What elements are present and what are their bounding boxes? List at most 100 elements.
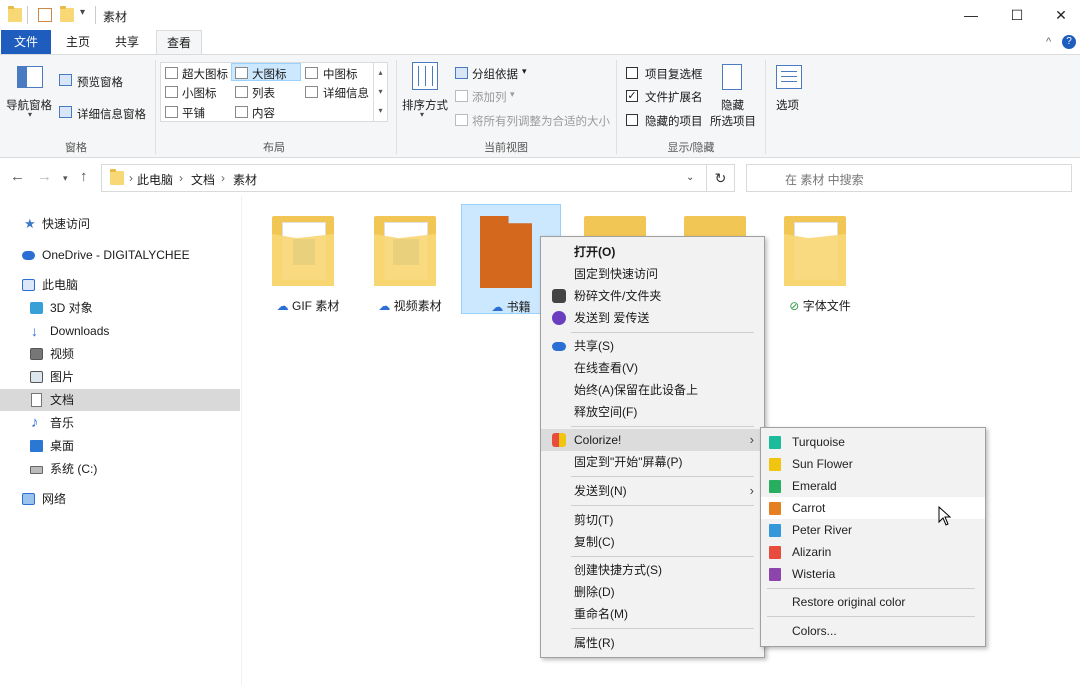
hide-selected-button[interactable]: 隐藏 — [721, 97, 744, 113]
layout-content[interactable]: 内容 — [252, 105, 275, 121]
menu-copy[interactable]: 复制(C) — [541, 531, 764, 553]
folder-item[interactable]: ☁ GIF 素材 — [258, 204, 358, 314]
details-pane-icon[interactable] — [59, 106, 72, 118]
folder-item[interactable]: ⊘ 字体文件 — [770, 204, 870, 314]
breadcrumb-documents[interactable]: 文档 — [191, 171, 215, 188]
help-icon[interactable]: ? — [1062, 35, 1076, 49]
color-wisteria[interactable]: Wisteria — [761, 563, 985, 585]
nav-3d-objects[interactable]: 3D 对象 — [0, 297, 240, 319]
breadcrumb-this-pc[interactable]: 此电脑 — [137, 171, 173, 188]
nav-system-drive[interactable]: 系统 (C:) — [0, 458, 240, 480]
nav-onedrive[interactable]: OneDrive - DIGITALYCHEE — [0, 244, 240, 266]
menu-properties[interactable]: 属性(R) — [541, 632, 764, 654]
menu-free-space[interactable]: 释放空间(F) — [541, 401, 764, 423]
new-folder-icon[interactable] — [60, 6, 74, 22]
options-button[interactable]: 选项 — [776, 97, 799, 113]
back-arrow-icon[interactable]: ← — [10, 168, 25, 185]
menu-shred[interactable]: 粉碎文件/文件夹 — [541, 285, 764, 307]
nav-videos[interactable]: 视频 — [0, 343, 240, 365]
tab-home[interactable]: 主页 — [58, 30, 98, 54]
nav-desktop[interactable]: 桌面 — [0, 435, 240, 457]
color-turquoise[interactable]: Turquoise — [761, 431, 985, 453]
hidden-items-checkbox[interactable] — [626, 114, 638, 126]
menu-always-keep[interactable]: 始终(A)保留在此设备上 — [541, 379, 764, 401]
layout-large-icons[interactable]: 大图标 — [252, 66, 287, 82]
color-alizarin[interactable]: Alizarin — [761, 541, 985, 563]
hide-selected-button-line2[interactable]: 所选项目 — [710, 113, 756, 129]
chevron-down-icon[interactable]: ▾ — [420, 110, 424, 119]
color-sun-flower[interactable]: Sun Flower — [761, 453, 985, 475]
sort-by-icon[interactable] — [412, 62, 438, 90]
chevron-right-icon[interactable]: › — [129, 171, 133, 185]
menu-cut[interactable]: 剪切(T) — [541, 509, 764, 531]
nav-quick-access[interactable]: ★ 快速访问 — [0, 213, 240, 235]
menu-rename[interactable]: 重命名(M) — [541, 603, 764, 625]
properties-icon[interactable] — [38, 8, 52, 22]
chevron-down-icon[interactable]: ▾ — [522, 66, 527, 77]
search-box[interactable]: 在 素材 中搜索 — [746, 164, 1072, 192]
details-pane-button[interactable]: 详细信息窗格 — [77, 106, 146, 122]
menu-send-to[interactable]: 发送到(N) › — [541, 480, 764, 502]
nav-pictures[interactable]: 图片 — [0, 366, 240, 388]
address-dropdown-icon[interactable]: ⌄ — [686, 172, 694, 183]
options-icon[interactable] — [776, 65, 802, 89]
nav-music[interactable]: ♪ 音乐 — [0, 412, 240, 434]
quick-access-dropdown-icon[interactable]: ▾ — [80, 7, 85, 18]
nav-network[interactable]: 网络 — [0, 488, 240, 510]
nav-label: 桌面 — [50, 439, 75, 453]
recent-locations-chevron-icon[interactable]: ▾ — [63, 173, 68, 184]
item-checkboxes-checkbox[interactable] — [626, 67, 638, 79]
menu-label: 粉碎文件/文件夹 — [574, 289, 662, 303]
collapse-ribbon-icon[interactable]: ^ — [1046, 36, 1051, 48]
search-input[interactable]: 在 素材 中搜索 — [785, 171, 864, 188]
restore-original-color[interactable]: Restore original color — [761, 591, 985, 613]
nav-downloads[interactable]: ↓ Downloads — [0, 320, 240, 342]
menu-view-online[interactable]: 在线查看(V) — [541, 357, 764, 379]
menu-share[interactable]: 共享(S) — [541, 335, 764, 357]
preview-pane-icon[interactable] — [59, 74, 72, 86]
group-by-button[interactable]: 分组依据 — [472, 66, 518, 82]
refresh-icon[interactable]: ↻ — [707, 164, 735, 192]
chevron-right-icon[interactable]: › — [221, 171, 225, 185]
nav-pane-icon[interactable] — [17, 66, 43, 88]
menu-create-shortcut[interactable]: 创建快捷方式(S) — [541, 559, 764, 581]
layout-extra-large-icons[interactable]: 超大图标 — [182, 66, 228, 82]
close-button[interactable]: ✕ — [1038, 0, 1080, 30]
layout-tiles[interactable]: 平铺 — [182, 105, 205, 121]
layout-list[interactable]: 列表 — [252, 85, 275, 101]
layout-gallery-scrollbar[interactable]: ▴ ▾ ▾ — [373, 63, 387, 121]
chevron-right-icon[interactable]: › — [179, 171, 183, 185]
maximize-button[interactable]: ☐ — [994, 0, 1040, 30]
chevron-down-icon[interactable]: ▾ — [28, 110, 32, 119]
nav-label: 视频 — [50, 347, 75, 361]
nav-this-pc[interactable]: 此电脑 — [0, 274, 240, 296]
sort-by-button[interactable]: 排序方式 — [402, 97, 448, 113]
menu-send-to-app[interactable]: 发送到 爱传送 — [541, 307, 764, 329]
preview-pane-button[interactable]: 预览窗格 — [77, 74, 123, 90]
nav-documents[interactable]: 文档 — [0, 389, 240, 411]
folder-item[interactable]: ☁ 视频素材 — [360, 204, 460, 314]
colors-more[interactable]: Colors... — [761, 620, 985, 642]
menu-open[interactable]: 打开(O) — [541, 241, 764, 263]
layout-small-icons[interactable]: 小图标 — [182, 85, 217, 101]
layout-details[interactable]: 详细信息 — [323, 85, 369, 101]
file-extensions-checkbox[interactable]: ✓ — [626, 90, 638, 102]
forward-arrow-icon[interactable]: → — [37, 168, 52, 185]
menu-pin-start[interactable]: 固定到"开始"屏幕(P) — [541, 451, 764, 473]
breadcrumb-current[interactable]: 素材 — [233, 171, 257, 188]
minimize-button[interactable]: — — [948, 0, 994, 30]
tab-view[interactable]: 查看 — [156, 30, 202, 54]
menu-delete[interactable]: 删除(D) — [541, 581, 764, 603]
address-bar[interactable]: › 此电脑 › 文档 › 素材 ⌄ — [101, 164, 707, 192]
up-arrow-icon[interactable]: ↑ — [80, 168, 88, 185]
menu-label: 发送到 爱传送 — [574, 311, 650, 325]
hide-selected-icon[interactable] — [722, 64, 742, 90]
layout-medium-icons[interactable]: 中图标 — [323, 66, 358, 82]
add-columns-button[interactable]: 添加列 — [472, 89, 507, 105]
color-emerald[interactable]: Emerald — [761, 475, 985, 497]
menu-pin-quick-access[interactable]: 固定到快速访问 — [541, 263, 764, 285]
menu-colorize[interactable]: Colorize! › — [541, 429, 764, 451]
tab-file[interactable]: 文件 — [1, 30, 51, 54]
tab-share[interactable]: 共享 — [107, 30, 147, 54]
size-all-columns-button[interactable]: 将所有列调整为合适的大小 — [472, 113, 610, 129]
